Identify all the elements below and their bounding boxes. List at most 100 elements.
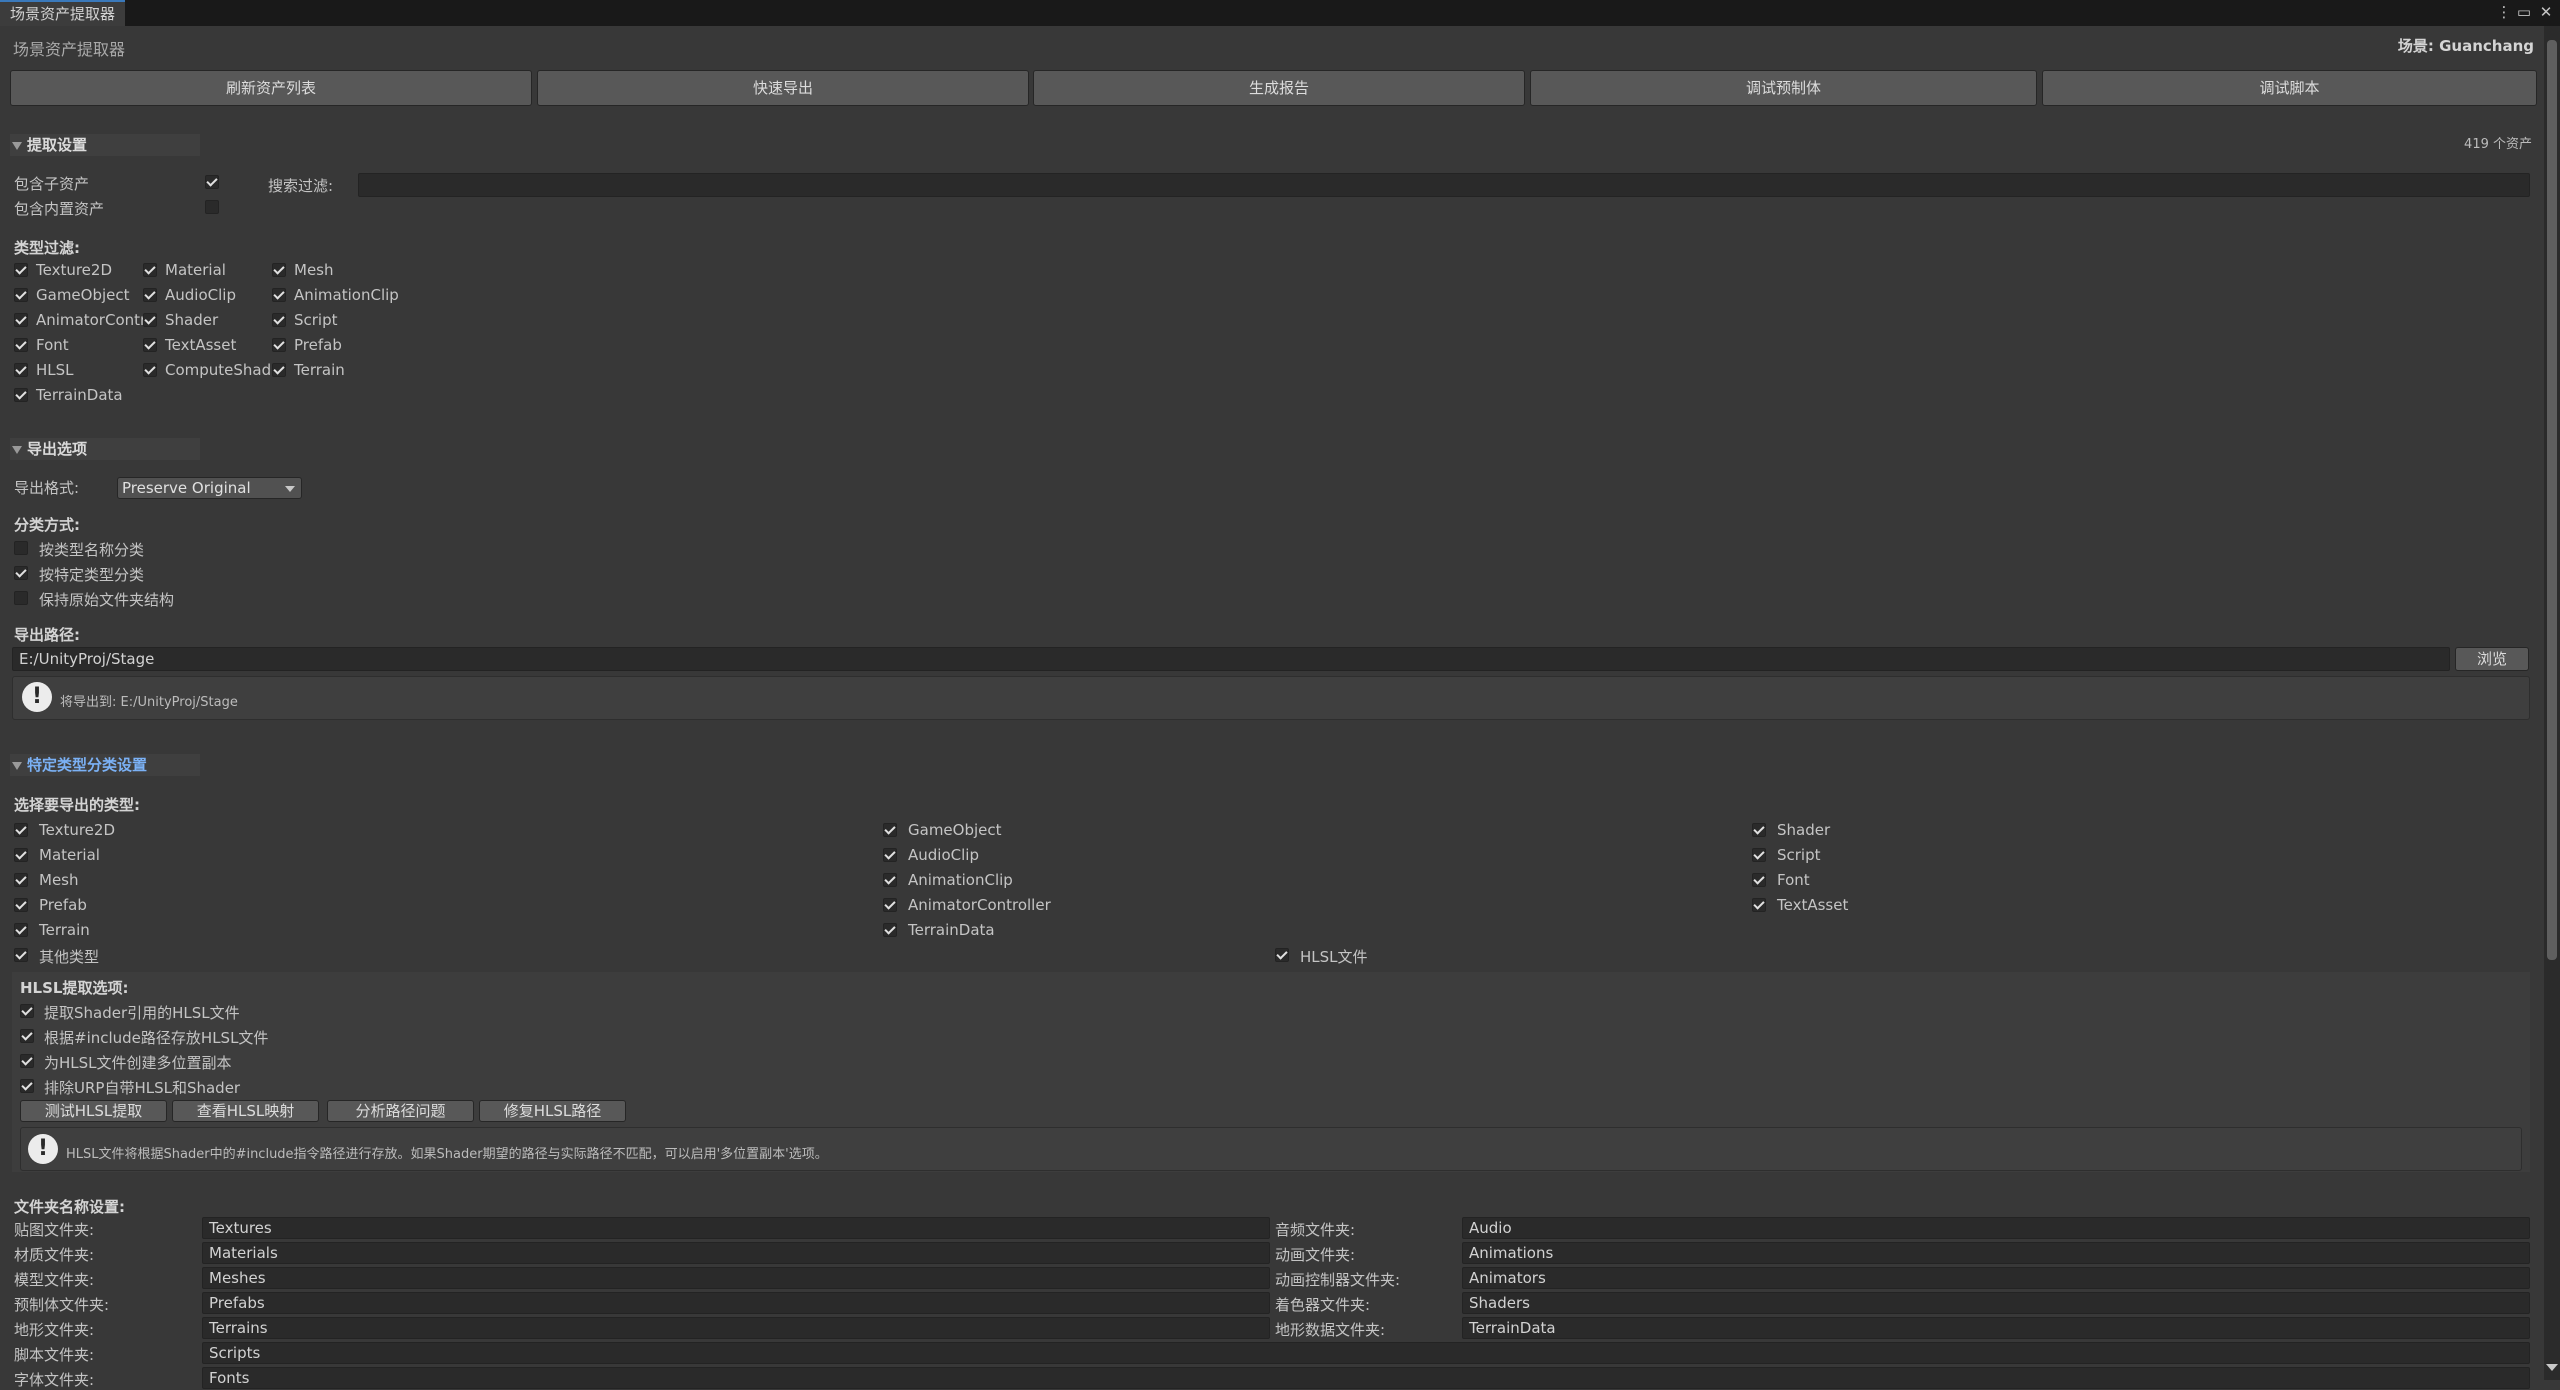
- dropdown-value: Preserve Original: [122, 479, 251, 497]
- export-type-animationclip-checkbox[interactable]: [883, 873, 897, 887]
- type-filter-textasset-checkbox[interactable]: [143, 338, 157, 352]
- type-filter-gameobject-checkbox[interactable]: [14, 288, 28, 302]
- type-filter-texture2d-checkbox[interactable]: [14, 263, 28, 277]
- folder-name-input[interactable]: Meshes: [202, 1267, 1270, 1289]
- analyze-path-button[interactable]: 分析路径问题: [327, 1100, 474, 1122]
- browse-button[interactable]: 浏览: [2455, 647, 2529, 671]
- window-tab[interactable]: 场景资产提取器: [0, 0, 126, 26]
- export-type-gameobject-checkbox[interactable]: [883, 823, 897, 837]
- type-filter-animatorcontr-label: AnimatorContr: [36, 311, 147, 329]
- folder-name-input[interactable]: Materials: [202, 1242, 1270, 1264]
- window-tab-bar: [0, 0, 2560, 26]
- export-type-audioclip-checkbox[interactable]: [883, 848, 897, 862]
- maximize-icon[interactable]: ▭: [2515, 2, 2533, 22]
- export-type-terraindata-label: TerrainData: [908, 921, 995, 939]
- view-hlsl-map-button[interactable]: 查看HLSL映射: [172, 1100, 319, 1122]
- folder-name-input[interactable]: Audio: [1462, 1217, 2530, 1239]
- folder-name-input[interactable]: Shaders: [1462, 1292, 2530, 1314]
- export-type-shader-checkbox[interactable]: [1752, 823, 1766, 837]
- hlsl-option-2-checkbox[interactable]: [20, 1029, 34, 1043]
- window-header-title: 场景资产提取器: [13, 40, 126, 59]
- classify-option-2-label: 按特定类型分类: [39, 566, 145, 584]
- export-type-font-checkbox[interactable]: [1752, 873, 1766, 887]
- type-filter-font-checkbox[interactable]: [14, 338, 28, 352]
- folder-name-input[interactable]: Textures: [202, 1217, 1270, 1239]
- hlsl-option-3-checkbox[interactable]: [20, 1054, 34, 1068]
- type-filter-animatorcontr-checkbox[interactable]: [14, 313, 28, 327]
- classify-option-3-checkbox[interactable]: [14, 591, 28, 605]
- hlsl-option-1-checkbox[interactable]: [20, 1004, 34, 1018]
- export-format-dropdown[interactable]: Preserve Original: [117, 477, 302, 499]
- export-type-mesh-checkbox[interactable]: [14, 873, 28, 887]
- folder-name-label: 音频文件夹:: [1275, 1221, 1356, 1239]
- export-type-terraindata-checkbox[interactable]: [883, 923, 897, 937]
- folder-name-input[interactable]: Terrains: [202, 1317, 1270, 1339]
- include-sub-assets-checkbox[interactable]: [205, 175, 219, 189]
- type-filter-mesh-checkbox[interactable]: [272, 263, 286, 277]
- export-type-gameobject-label: GameObject: [908, 821, 1002, 839]
- test-hlsl-extract-button[interactable]: 测试HLSL提取: [20, 1100, 167, 1122]
- folder-name-label: 着色器文件夹:: [1275, 1296, 1371, 1314]
- folder-name-input[interactable]: Prefabs: [202, 1292, 1270, 1314]
- export-type-hlsl-file-checkbox[interactable]: [1275, 948, 1289, 962]
- type-filter-shader-label: Shader: [165, 311, 219, 329]
- export-type-texture2d-label: Texture2D: [39, 821, 116, 839]
- type-filter-hlsl-checkbox[interactable]: [14, 363, 28, 377]
- section-title: 导出选项: [27, 440, 88, 458]
- folder-name-input[interactable]: Animations: [1462, 1242, 2530, 1264]
- folder-name-input[interactable]: Scripts: [202, 1342, 2530, 1364]
- export-type-script-label: Script: [1777, 846, 1821, 864]
- export-options-header[interactable]: 导出选项: [12, 437, 87, 461]
- type-filter-title: 类型过滤:: [14, 239, 80, 257]
- type-filter-audioclip-checkbox[interactable]: [143, 288, 157, 302]
- fix-hlsl-path-button[interactable]: 修复HLSL路径: [479, 1100, 626, 1122]
- extract-settings-header[interactable]: 提取设置: [12, 133, 87, 157]
- export-type-animatorcontroller-checkbox[interactable]: [883, 898, 897, 912]
- include-builtin-assets-checkbox[interactable]: [205, 200, 219, 214]
- export-type-prefab-checkbox[interactable]: [14, 898, 28, 912]
- close-icon[interactable]: ✕: [2537, 2, 2555, 22]
- export-type-script-checkbox[interactable]: [1752, 848, 1766, 862]
- export-help-box: [12, 676, 2530, 720]
- folder-name-input[interactable]: Fonts: [202, 1367, 2530, 1389]
- section-title: 提取设置: [27, 136, 88, 154]
- debug-script-button[interactable]: 调试脚本: [2042, 70, 2537, 106]
- type-filter-computeshad-checkbox[interactable]: [143, 363, 157, 377]
- type-filter-textasset-label: TextAsset: [165, 336, 237, 354]
- export-type-textasset-checkbox[interactable]: [1752, 898, 1766, 912]
- quick-export-button[interactable]: 快速导出: [537, 70, 1029, 106]
- classify-option-2-checkbox[interactable]: [14, 566, 28, 580]
- hlsl-option-4-checkbox[interactable]: [20, 1079, 34, 1093]
- type-filter-terrain-checkbox[interactable]: [272, 363, 286, 377]
- specific-types-header[interactable]: 特定类型分类设置: [12, 753, 147, 777]
- generate-report-button[interactable]: 生成报告: [1033, 70, 1525, 106]
- export-type-material-label: Material: [39, 846, 100, 864]
- export-path-input[interactable]: E:/UnityProj/Stage: [12, 647, 2450, 671]
- type-filter-shader-checkbox[interactable]: [143, 313, 157, 327]
- type-filter-animationclip-checkbox[interactable]: [272, 288, 286, 302]
- export-type-terrain-checkbox[interactable]: [14, 923, 28, 937]
- folder-name-input[interactable]: TerrainData: [1462, 1317, 2530, 1339]
- search-label: 搜索过滤:: [268, 177, 334, 195]
- search-input[interactable]: [358, 173, 2530, 197]
- export-type-material-checkbox[interactable]: [14, 848, 28, 862]
- export-type-texture2d-checkbox[interactable]: [14, 823, 28, 837]
- classify-title: 分类方式:: [14, 516, 80, 534]
- folder-name-input[interactable]: Animators: [1462, 1267, 2530, 1289]
- export-type-other-checkbox[interactable]: [14, 948, 28, 962]
- section-title: 特定类型分类设置: [27, 756, 148, 774]
- export-type-font-label: Font: [1777, 871, 1810, 889]
- type-filter-material-checkbox[interactable]: [143, 263, 157, 277]
- type-filter-script-label: Script: [294, 311, 338, 329]
- menu-icon[interactable]: ⋮: [2495, 2, 2513, 22]
- debug-prefab-button[interactable]: 调试预制体: [1530, 70, 2037, 106]
- scrollbar-thumb[interactable]: [2547, 40, 2557, 960]
- classify-option-1-checkbox[interactable]: [14, 541, 28, 555]
- chevron-down-icon: [285, 486, 295, 492]
- type-filter-prefab-checkbox[interactable]: [272, 338, 286, 352]
- type-filter-script-checkbox[interactable]: [272, 313, 286, 327]
- folder-name-label: 预制体文件夹:: [14, 1296, 110, 1314]
- refresh-assets-button[interactable]: 刷新资产列表: [10, 70, 532, 106]
- scroll-down-icon[interactable]: [2546, 1364, 2558, 1371]
- type-filter-terraindata-checkbox[interactable]: [14, 388, 28, 402]
